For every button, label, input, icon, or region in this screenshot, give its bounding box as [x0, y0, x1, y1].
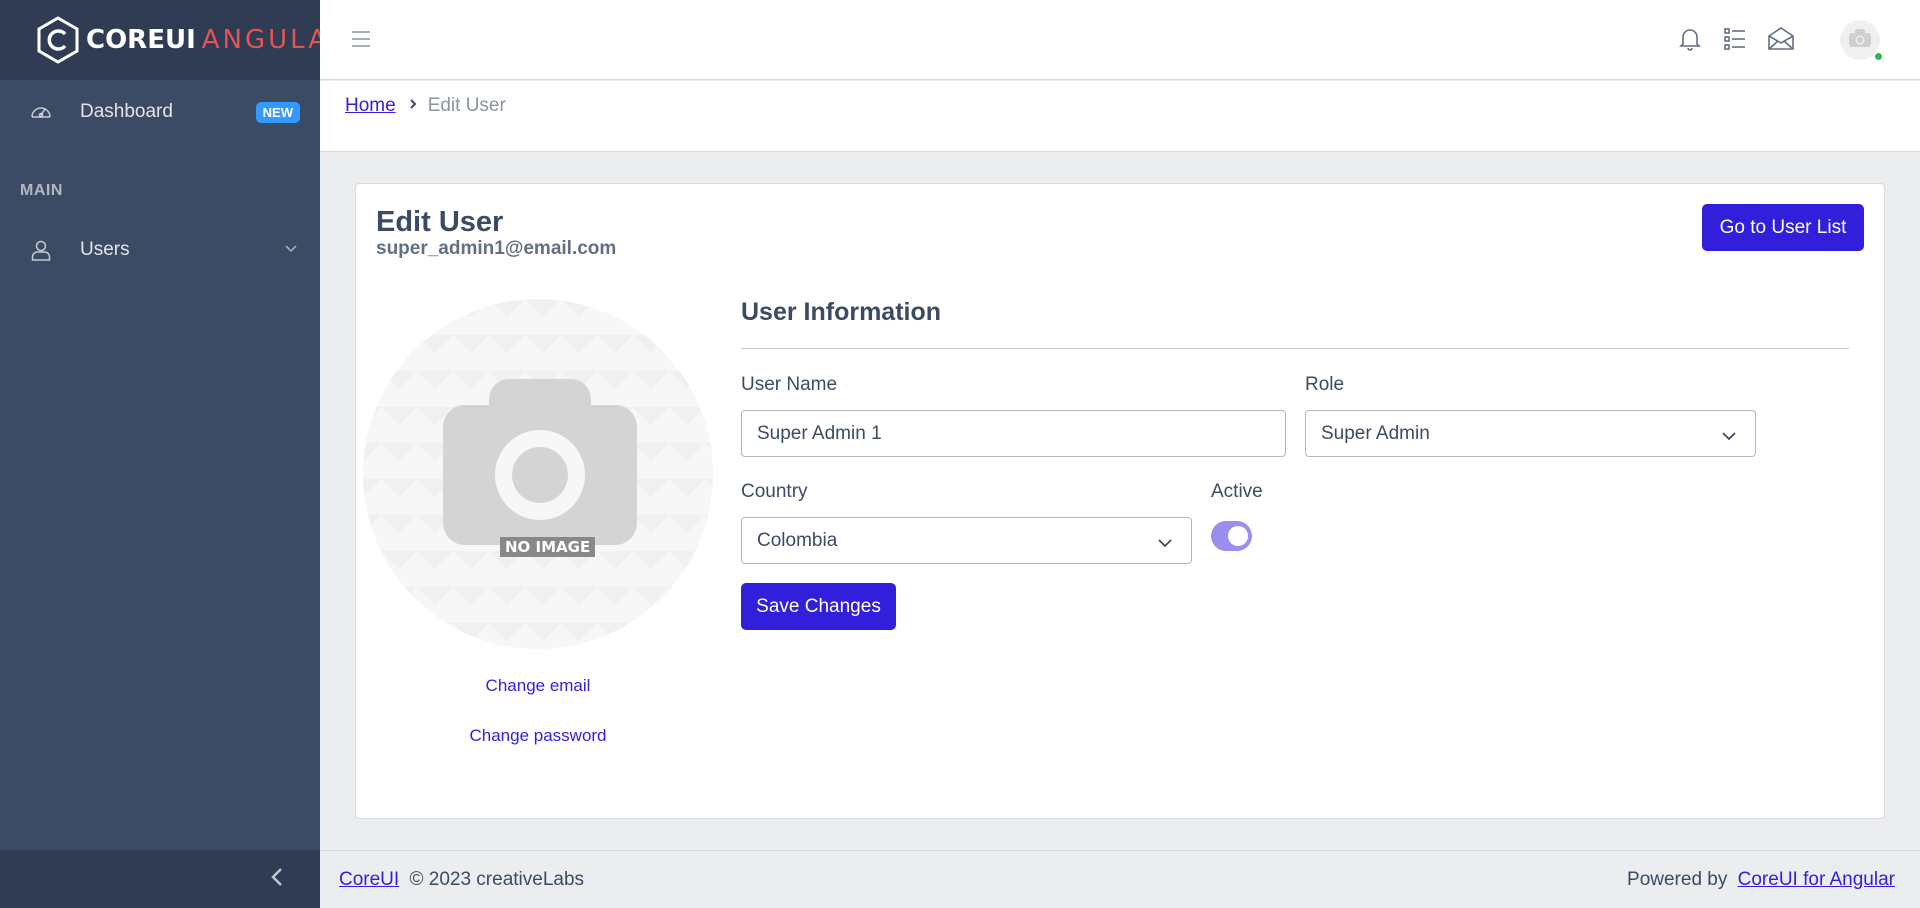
- brand-wordmark: COREUI ANGULAR: [86, 25, 350, 55]
- sidebar-item-label: Dashboard: [80, 101, 173, 122]
- footer-left: CoreUI © 2023 creativeLabs: [339, 869, 589, 891]
- country-value: Colombia: [757, 529, 838, 551]
- role-label: Role: [1305, 374, 1345, 395]
- sidebar-item-users[interactable]: Users: [0, 222, 320, 278]
- hamburger-menu-icon[interactable]: [350, 28, 372, 55]
- user-information-heading: User Information: [741, 298, 942, 326]
- country-label: Country: [741, 481, 808, 502]
- username-value: Super Admin 1: [757, 422, 882, 444]
- chevron-down-icon: [284, 240, 298, 262]
- user-email-subtitle: super_admin1@email.com: [376, 238, 617, 259]
- breadcrumb: Home Edit User: [345, 95, 506, 117]
- sidebar-item-label: Users: [80, 239, 130, 260]
- section-divider: [741, 348, 1849, 349]
- footer-coreui-angular-link[interactable]: CoreUI for Angular: [1738, 869, 1895, 890]
- footer-copyright: © 2023 creativeLabs: [409, 868, 585, 890]
- page-title: Edit User: [376, 206, 504, 238]
- go-to-user-list-button[interactable]: Go to User List: [1702, 204, 1864, 251]
- footer-coreui-link[interactable]: CoreUI: [339, 869, 399, 890]
- role-select[interactable]: Super Admin: [1305, 410, 1756, 457]
- chevron-down-icon: [1721, 427, 1737, 449]
- change-email-link[interactable]: Change email: [363, 676, 713, 696]
- change-password-link[interactable]: Change password: [363, 726, 713, 746]
- sidebar-brand[interactable]: COREUI ANGULAR: [0, 0, 347, 80]
- breadcrumb-home-link[interactable]: Home: [345, 95, 396, 117]
- country-select[interactable]: Colombia: [741, 517, 1192, 564]
- camera-icon: [1848, 28, 1872, 53]
- footer-right: Powered by CoreUI for Angular: [1627, 869, 1900, 891]
- bell-icon[interactable]: [1678, 26, 1702, 57]
- envelope-open-icon[interactable]: [1767, 26, 1795, 57]
- sidebar-item-dashboard[interactable]: Dashboard NEW: [0, 84, 320, 140]
- username-label: User Name: [741, 374, 838, 395]
- breadcrumb-separator-icon: [408, 97, 418, 115]
- edit-user-card: Edit User super_admin1@email.com Go to U…: [355, 183, 1885, 819]
- user-avatar[interactable]: [1840, 20, 1884, 62]
- user-icon: [28, 237, 54, 263]
- profile-photo-placeholder: NO IMAGE: [363, 299, 713, 649]
- online-status-indicator: [1873, 51, 1884, 62]
- speedometer-icon: [28, 99, 54, 125]
- task-list-icon[interactable]: [1723, 26, 1747, 57]
- chevron-down-icon: [1157, 534, 1173, 556]
- footer-powered-by: Powered by: [1627, 868, 1728, 890]
- new-badge: NEW: [255, 102, 300, 123]
- sidebar-section-title: MAIN: [20, 182, 63, 199]
- breadcrumb-current: Edit User: [427, 95, 506, 116]
- subheader: Home Edit User: [320, 81, 1920, 152]
- coreui-logo-icon: [36, 16, 80, 64]
- toggle-knob: [1228, 526, 1248, 546]
- username-input[interactable]: Super Admin 1: [741, 410, 1286, 457]
- sidebar: COREUI ANGULAR Dashboard NEW MAIN Users: [0, 0, 347, 908]
- footer: CoreUI © 2023 creativeLabs Powered by Co…: [320, 850, 1920, 908]
- save-changes-button[interactable]: Save Changes: [741, 583, 896, 630]
- role-value: Super Admin: [1321, 422, 1430, 444]
- active-label: Active: [1211, 481, 1263, 502]
- no-image-label: NO IMAGE: [500, 537, 596, 557]
- brand-core-text: COREUI: [86, 25, 196, 55]
- chevron-left-icon: [270, 867, 284, 892]
- camera-icon: [443, 379, 637, 558]
- header: [320, 0, 1920, 80]
- active-toggle-switch[interactable]: [1211, 521, 1252, 551]
- sidebar-toggler[interactable]: [0, 850, 320, 908]
